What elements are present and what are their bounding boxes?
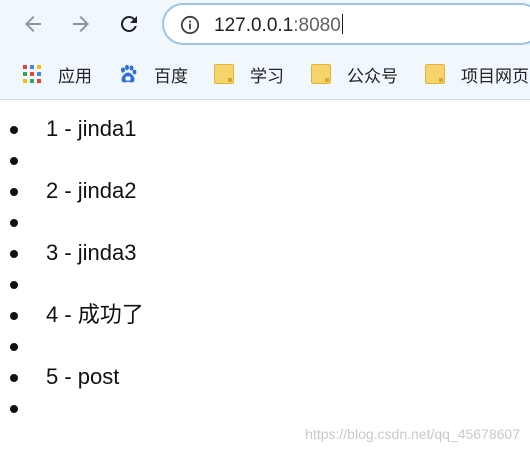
bookmark-label: 学习: [250, 66, 284, 86]
folder-icon: [214, 64, 234, 84]
list-item: [0, 268, 144, 299]
list-item: 3 - jinda3: [0, 237, 144, 268]
browser-toolbar: 127.0.0.1:8080 应用 百度 学习 公众号 项目网页: [0, 0, 530, 100]
bookmark-label: 应用: [58, 66, 92, 86]
bookmark-folder-project[interactable]: 项目网页: [425, 56, 529, 92]
reload-icon: [120, 15, 137, 32]
bookmark-baidu[interactable]: 百度: [118, 56, 188, 92]
forward-button[interactable]: [67, 10, 95, 38]
apps-grid-icon: [22, 64, 42, 84]
item-list: 1 - jinda1 2 - jinda2 3 - jinda3 4 - 成功了…: [0, 113, 144, 423]
list-item: [0, 144, 144, 175]
url-text[interactable]: 127.0.0.1:8080: [214, 14, 343, 37]
list-item: [0, 330, 144, 361]
list-item: 5 - post: [0, 361, 144, 392]
bookmark-folder-study[interactable]: 学习: [214, 56, 284, 92]
bookmark-label: 项目网页: [461, 66, 529, 86]
page-content: 1 - jinda1 2 - jinda2 3 - jinda3 4 - 成功了…: [0, 101, 530, 452]
url-port: :8080: [293, 15, 341, 36]
url-host: 127.0.0.1: [214, 15, 294, 36]
baidu-paw-icon: [118, 64, 138, 84]
list-item: [0, 206, 144, 237]
reload-button[interactable]: [115, 10, 143, 38]
list-item: 1 - jinda1: [0, 113, 144, 144]
list-item: [0, 392, 144, 423]
arrow-right-icon: [73, 16, 89, 32]
address-bar[interactable]: 127.0.0.1:8080: [162, 3, 530, 45]
folder-icon: [425, 64, 445, 84]
bookmark-label: 公众号: [347, 66, 398, 86]
folder-icon: [311, 64, 331, 84]
bookmark-apps[interactable]: 应用: [22, 56, 92, 92]
info-icon[interactable]: [180, 15, 200, 35]
back-button[interactable]: [19, 10, 47, 38]
list-item: 2 - jinda2: [0, 175, 144, 206]
bookmark-label: 百度: [154, 66, 188, 86]
watermark: https://blog.csdn.net/qq_45678607: [305, 426, 520, 442]
bookmark-folder-gzh[interactable]: 公众号: [311, 56, 398, 92]
arrow-left-icon: [25, 16, 41, 32]
text-caret: [341, 14, 343, 34]
bookmarks-bar: 应用 百度 学习 公众号 项目网页: [0, 56, 530, 92]
list-item: 4 - 成功了: [0, 299, 144, 330]
